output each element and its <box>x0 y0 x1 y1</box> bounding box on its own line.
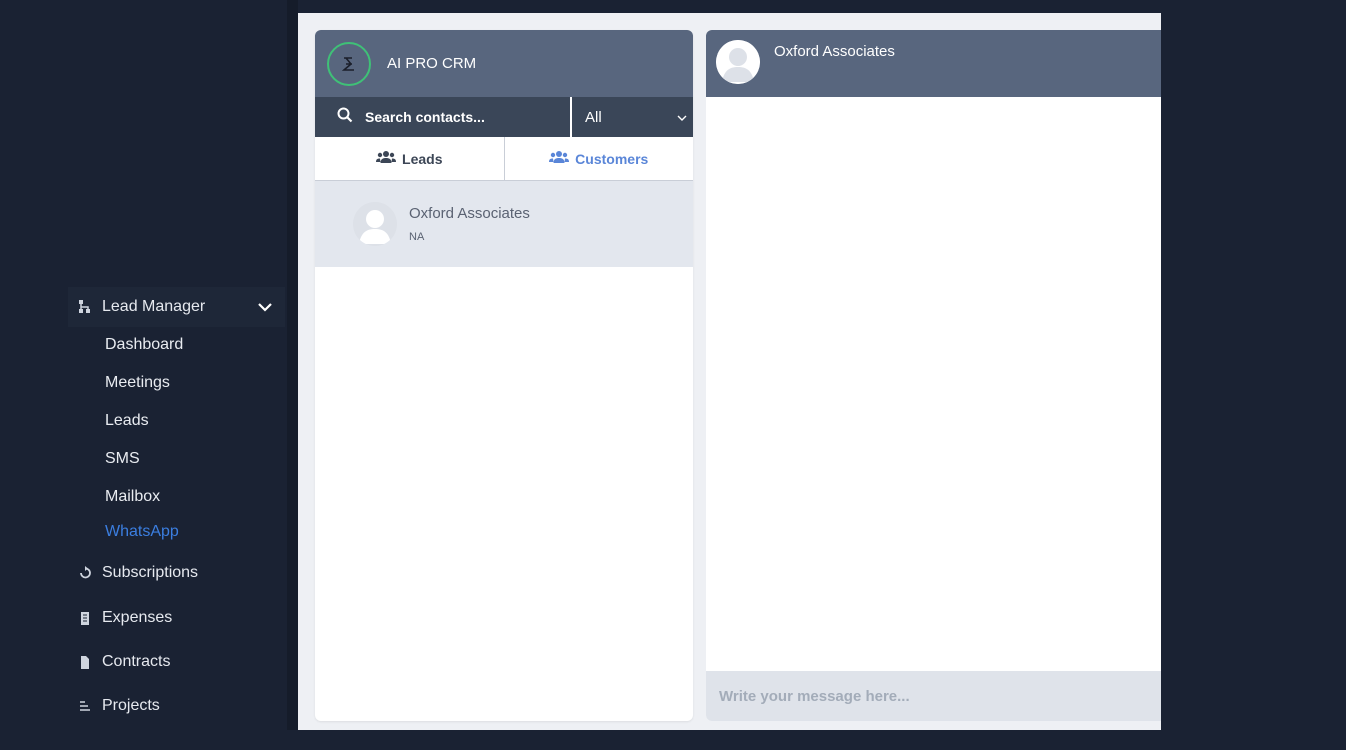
refresh-icon <box>68 566 102 580</box>
sidebar: Lead Manager Dashboard Meetings Leads SM… <box>0 0 287 730</box>
main-content: AI PRO CRM All Leads <box>298 13 1161 730</box>
sidebar-item-subscriptions[interactable]: Subscriptions <box>68 558 285 588</box>
search-box <box>315 97 572 137</box>
right-background <box>1161 0 1346 750</box>
brand-name: AI PRO CRM <box>387 55 477 72</box>
sidebar-item-dashboard[interactable]: Dashboard <box>105 336 183 354</box>
sidebar-item-contracts[interactable]: Contracts <box>68 647 285 677</box>
contact-tabs: Leads Customers <box>315 137 693 181</box>
tab-customers[interactable]: Customers <box>503 137 694 180</box>
filter-select[interactable]: All <box>572 97 693 137</box>
users-icon <box>376 150 397 167</box>
chat-title: Oxford Associates <box>774 43 895 60</box>
nav-lead-manager-label: Lead Manager <box>102 298 206 315</box>
sidebar-item-label: Expenses <box>102 609 173 626</box>
avatar <box>716 40 760 84</box>
tab-customers-label: Customers <box>575 150 649 167</box>
sitemap-icon <box>68 299 102 315</box>
contact-subtitle: NA <box>409 231 425 243</box>
sidebar-item-expenses[interactable]: Expenses <box>68 603 285 633</box>
message-input-bar <box>706 671 1161 721</box>
chat-header: Oxford Associates <box>706 30 1161 97</box>
file-icon <box>68 655 102 670</box>
sidebar-item-meetings[interactable]: Meetings <box>105 374 170 392</box>
chevron-down-icon <box>677 109 687 126</box>
chat-messages <box>706 97 1161 671</box>
sidebar-item-projects[interactable]: Projects <box>68 691 285 721</box>
sidebar-divider <box>287 0 298 730</box>
search-row: All <box>315 97 693 137</box>
sidebar-item-sms[interactable]: SMS <box>105 450 140 468</box>
sidebar-item-label: Projects <box>102 697 160 714</box>
sidebar-item-label: Subscriptions <box>102 564 199 581</box>
contacts-panel: AI PRO CRM All Leads <box>315 30 693 721</box>
receipt-icon <box>68 611 102 626</box>
filter-selected-value: All <box>585 108 602 126</box>
search-input[interactable] <box>365 109 565 125</box>
list-icon <box>68 699 102 713</box>
tab-leads[interactable]: Leads <box>315 137 504 180</box>
message-input[interactable] <box>719 687 1119 705</box>
sidebar-item-whatsapp[interactable]: WhatsApp <box>105 523 179 541</box>
chat-panel: Oxford Associates <box>706 30 1161 721</box>
contact-name: Oxford Associates <box>409 205 530 222</box>
chevron-down-icon[interactable] <box>245 302 285 312</box>
sidebar-item-leads[interactable]: Leads <box>105 412 149 430</box>
users-icon <box>549 150 570 167</box>
sidebar-item-label: Contracts <box>102 653 171 670</box>
tab-leads-label: Leads <box>402 150 443 167</box>
contact-info: Oxford Associates NA <box>409 205 530 243</box>
avatar <box>353 202 397 246</box>
nav-lead-manager[interactable]: Lead Manager <box>68 287 285 327</box>
sidebar-item-mailbox[interactable]: Mailbox <box>105 488 160 506</box>
list-item[interactable]: Oxford Associates NA <box>315 181 693 267</box>
brand-logo <box>327 41 371 86</box>
search-icon <box>337 107 353 128</box>
contacts-header: AI PRO CRM <box>315 30 693 97</box>
